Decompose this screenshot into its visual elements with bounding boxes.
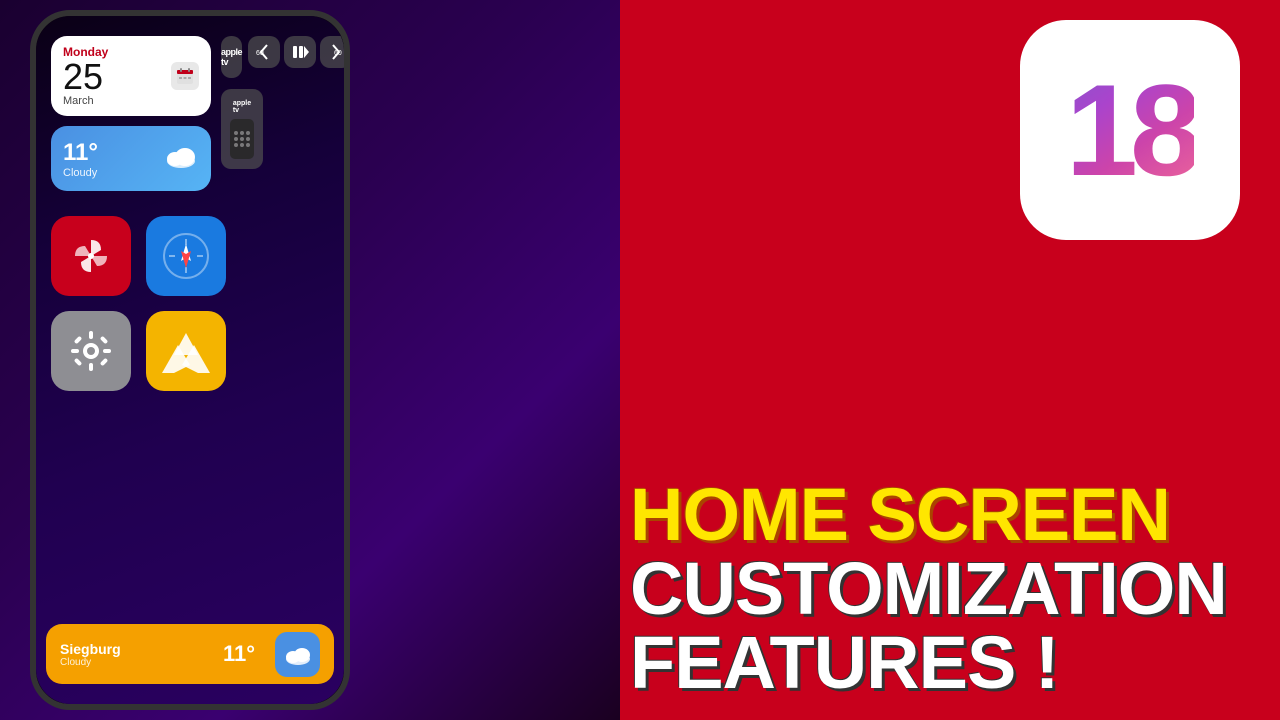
weather-widget: 11° Cloudy — [51, 126, 211, 191]
safari-app-icon[interactable] — [146, 216, 226, 296]
appletv-remote[interactable]: appletv — [221, 89, 263, 169]
bottom-city-name: Siegburg — [60, 641, 121, 657]
weather-info: 11° Cloudy — [63, 139, 98, 179]
weather-cloud-icon — [163, 141, 199, 176]
title-line2: CUSTOMIZATION — [630, 552, 1250, 626]
title-block: HOME SCREEN CUSTOMIZATION FEATURES ! — [630, 478, 1250, 700]
ios18-badge: 18 — [1020, 20, 1240, 240]
bottom-temperature: 11° — [223, 641, 255, 667]
title-line1: HOME SCREEN — [630, 478, 1250, 552]
weather-temperature: 11° — [63, 139, 98, 167]
date-widget: Monday 25 March — [51, 36, 211, 116]
appletv-section: appletv 60 — [221, 36, 336, 169]
bottom-cloud-icon — [275, 632, 320, 677]
ios18-number: 18 — [1066, 65, 1195, 195]
weather-description: Cloudy — [63, 167, 98, 179]
calendar-icon — [171, 62, 199, 90]
bottom-weather-bar: Siegburg Cloudy 11° — [46, 624, 334, 684]
phone-screen: Monday 25 March 11° Cloudy — [36, 16, 344, 704]
appletv-media-controls: 60 60 — [248, 36, 344, 78]
settings-app-icon[interactable] — [51, 311, 131, 391]
date-number: 25 — [63, 59, 108, 95]
bottom-city-info: Siegburg Cloudy — [60, 641, 121, 668]
bottom-city-description: Cloudy — [60, 657, 121, 668]
appletv-logo-button[interactable]: appletv — [221, 36, 242, 78]
date-text-group: Monday 25 March — [63, 45, 108, 107]
play-pause-button[interactable] — [284, 36, 316, 68]
google-drive-app-icon[interactable] — [146, 311, 226, 391]
app-icons-grid — [51, 216, 226, 391]
phone-mockup: Monday 25 March 11° Cloudy — [30, 10, 350, 710]
title-line3: FEATURES ! — [630, 626, 1250, 700]
pinwheel-app-icon[interactable] — [51, 216, 131, 296]
skip-back-button[interactable]: 60 — [248, 36, 280, 68]
skip-forward-button[interactable]: 60 — [320, 36, 344, 68]
date-month: March — [63, 95, 108, 107]
